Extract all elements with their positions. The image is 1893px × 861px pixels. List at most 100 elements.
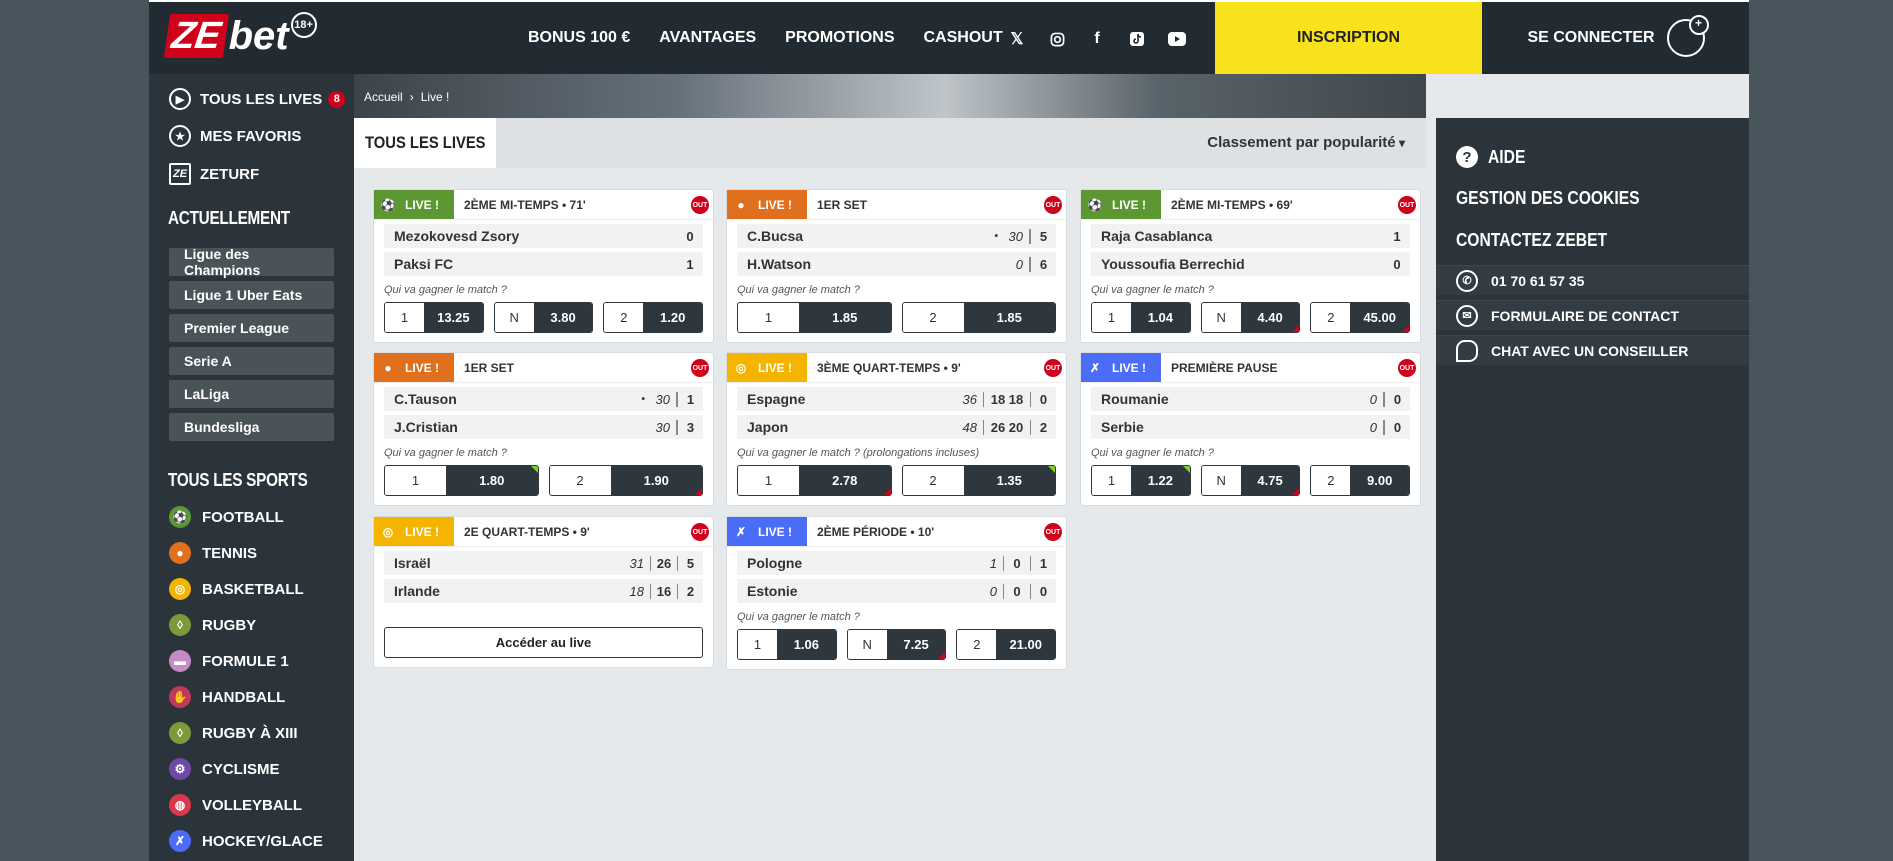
odd-button-2[interactable]: 2 9.00 bbox=[1310, 465, 1411, 496]
odd-label: 2 bbox=[549, 466, 611, 495]
comp-ligue-1[interactable]: Ligue 1 Uber Eats bbox=[169, 281, 334, 309]
odd-button-n[interactable]: N 4.40 bbox=[1200, 302, 1301, 333]
odd-button-1[interactable]: 1 2.78 bbox=[737, 465, 892, 496]
sidebar-sport-tennis[interactable]: ● TENNIS bbox=[169, 542, 257, 564]
odd-button-n[interactable]: N 3.80 bbox=[493, 302, 594, 333]
match-card[interactable]: ● LIVE ! 1ER SET OUT C.Bucsa • 30 5 H.Watson 0 6 Qu… bbox=[726, 189, 1067, 343]
sport-label: RUGBY bbox=[202, 616, 257, 634]
comp-laliga[interactable]: LaLiga bbox=[169, 380, 334, 408]
nav-bonus[interactable]: BONUS 100 € bbox=[528, 29, 630, 47]
odd-button-2[interactable]: 2 1.85 bbox=[901, 302, 1056, 333]
sidebar-all-lives[interactable]: ▶ TOUS LES LIVES 8 bbox=[169, 88, 346, 110]
odds-row: 1 1.04 N 4.40 2 45.00 bbox=[1091, 302, 1411, 333]
match-card[interactable]: ✗ LIVE ! PREMIÈRE PAUSE OUT Roumanie 0 0 Serbie… bbox=[1080, 352, 1421, 506]
team-name: Paksi FC bbox=[394, 256, 454, 272]
match-status: 1ER SET bbox=[464, 360, 515, 375]
tab-all-lives[interactable]: TOUS LES LIVES bbox=[354, 118, 496, 168]
team-name: Pologne bbox=[747, 555, 803, 571]
contact-form-row[interactable]: ✉ FORMULAIRE DE CONTACT bbox=[1436, 300, 1749, 330]
breadcrumb-current: Live ! bbox=[420, 90, 450, 104]
nav-promotions[interactable]: PROMOTIONS bbox=[785, 29, 894, 47]
serve-indicator: • bbox=[641, 393, 645, 405]
access-live-button[interactable]: Accéder au live bbox=[384, 627, 703, 658]
live-label: LIVE ! bbox=[405, 360, 440, 375]
odd-button-2[interactable]: 2 1.90 bbox=[548, 465, 703, 496]
odd-value: 2.78 bbox=[799, 466, 891, 495]
odd-label: 1 bbox=[738, 630, 778, 659]
odd-button-2[interactable]: 2 1.20 bbox=[603, 302, 704, 333]
odd-button-1[interactable]: 1 13.25 bbox=[384, 302, 484, 333]
odd-value: 45.00 bbox=[1350, 303, 1410, 332]
live-label: LIVE ! bbox=[405, 524, 440, 539]
odd-button-1[interactable]: 1 1.06 bbox=[737, 629, 837, 660]
live-label: LIVE ! bbox=[405, 197, 440, 212]
match-card-header: ◎ LIVE ! 2E QUART-TEMPS • 9' OUT bbox=[374, 517, 713, 547]
odd-button-1[interactable]: 1 1.85 bbox=[737, 302, 892, 333]
odd-button-2[interactable]: 2 21.00 bbox=[956, 629, 1057, 660]
sidebar-sport-basketball[interactable]: ◎ BASKETBALL bbox=[169, 578, 304, 600]
sidebar-sport-hockey[interactable]: ✗ HOCKEY/GLACE bbox=[169, 830, 323, 852]
tiktok-icon[interactable] bbox=[1124, 26, 1150, 52]
sport-label: HOCKEY/GLACE bbox=[202, 832, 323, 850]
sidebar-sport-cycling[interactable]: ⚙ CYCLISME bbox=[169, 758, 280, 780]
nav-avantages[interactable]: AVANTAGES bbox=[659, 29, 756, 47]
sidebar-sport-rugby-xiii[interactable]: ◊ RUGBY À XIII bbox=[169, 722, 298, 744]
signup-button[interactable]: INSCRIPTION bbox=[1215, 2, 1482, 74]
current-score: 18 bbox=[625, 583, 651, 599]
phone-row[interactable]: ✆ 01 70 61 57 35 bbox=[1436, 265, 1749, 295]
team-row: Serbie 0 0 bbox=[1091, 415, 1410, 439]
odd-value: 4.75 bbox=[1240, 466, 1300, 495]
match-card[interactable]: ◎ LIVE ! 3ÈME QUART-TEMPS • 9' OUT Espagne 36… bbox=[726, 352, 1067, 506]
cashout-icon: OUT bbox=[691, 523, 709, 541]
odd-button-n[interactable]: N 7.25 bbox=[846, 629, 947, 660]
period-scores: 26 bbox=[656, 555, 672, 571]
comp-serie-a[interactable]: Serie A bbox=[169, 347, 334, 375]
site-header: ZE bet 18+ BONUS 100 € AVANTAGES PROMOTI… bbox=[149, 0, 1749, 74]
comp-champions-league[interactable]: Ligue des Champions bbox=[169, 246, 334, 278]
volleyball-icon: ◍ bbox=[169, 794, 191, 816]
odd-value: 4.40 bbox=[1240, 303, 1300, 332]
odd-button-1[interactable]: 1 1.22 bbox=[1091, 465, 1191, 496]
odd-button-2[interactable]: 2 1.35 bbox=[901, 465, 1056, 496]
match-card[interactable]: ◎ LIVE ! 2E QUART-TEMPS • 9' OUT Israël 31 26 5… bbox=[373, 516, 714, 668]
match-card[interactable]: ✗ LIVE ! 2ÈME PÉRIODE • 10' OUT Pologne 1 0 1 Es… bbox=[726, 516, 1067, 670]
comp-bundesliga[interactable]: Bundesliga bbox=[169, 413, 334, 441]
breadcrumb-home[interactable]: Accueil bbox=[364, 90, 403, 104]
team-row: Roumanie 0 0 bbox=[1091, 387, 1410, 411]
instagram-icon[interactable] bbox=[1044, 26, 1070, 52]
sidebar-sport-rugby[interactable]: ◊ RUGBY bbox=[169, 614, 256, 636]
team-score: 0 bbox=[1393, 256, 1401, 272]
sidebar-favorites[interactable]: ★ MES FAVORIS bbox=[169, 125, 301, 147]
current-points: 30 bbox=[1004, 228, 1030, 244]
sidebar-sport-football[interactable]: ⚽ FOOTBALL bbox=[169, 506, 284, 528]
cashout-icon: OUT bbox=[1044, 196, 1062, 214]
nav-cashout[interactable]: CASHOUT bbox=[924, 29, 1003, 47]
odd-button-n[interactable]: N 4.75 bbox=[1200, 465, 1301, 496]
match-card[interactable]: ⚽ LIVE ! 2ÈME MI-TEMPS • 71' OUT Mezokovesd … bbox=[373, 189, 714, 343]
question-label: Qui va gagner le match ? bbox=[737, 611, 860, 623]
sort-dropdown[interactable]: Classement par popularité bbox=[1207, 134, 1405, 151]
zeturf-label: ZETURF bbox=[200, 165, 260, 183]
odd-button-1[interactable]: 1 1.80 bbox=[384, 465, 539, 496]
sidebar-sport-volleyball[interactable]: ◍ VOLLEYBALL bbox=[169, 794, 302, 816]
login-button[interactable]: SE CONNECTER bbox=[1483, 2, 1749, 74]
page-frame: ZE bet 18+ BONUS 100 € AVANTAGES PROMOTI… bbox=[149, 0, 1749, 861]
odd-label: 2 bbox=[902, 466, 964, 495]
match-status: 2ÈME MI-TEMPS • 69' bbox=[1171, 197, 1293, 212]
match-card[interactable]: ⚽ LIVE ! 2ÈME MI-TEMPS • 69' OUT Raja Casabl… bbox=[1080, 189, 1421, 343]
x-icon[interactable]: 𝕏 bbox=[1004, 26, 1030, 52]
sidebar-sport-handball[interactable]: ✋ HANDBALL bbox=[169, 686, 285, 708]
zebet-logo[interactable]: ZE bet 18+ bbox=[163, 12, 317, 60]
cookies-link[interactable]: GESTION DES COOKIES bbox=[1456, 188, 1667, 209]
comp-premier-league[interactable]: Premier League bbox=[169, 314, 334, 342]
sidebar-sport-formula1[interactable]: ▬ FORMULE 1 bbox=[169, 650, 289, 672]
odd-button-1[interactable]: 1 1.04 bbox=[1091, 302, 1191, 333]
match-card[interactable]: ● LIVE ! 1ER SET OUT C.Tauson • 30 1 J.Cristian 3… bbox=[373, 352, 714, 506]
facebook-icon[interactable]: f bbox=[1084, 26, 1110, 52]
odd-label: 2 bbox=[902, 303, 964, 332]
sidebar-zeturf[interactable]: ZE ZETURF bbox=[169, 163, 259, 185]
youtube-icon[interactable] bbox=[1164, 26, 1190, 52]
chat-row[interactable]: CHAT AVEC UN CONSEILLER bbox=[1436, 335, 1749, 365]
help-link[interactable]: ? AIDE bbox=[1456, 146, 1531, 168]
odd-button-2[interactable]: 2 45.00 bbox=[1310, 302, 1411, 333]
